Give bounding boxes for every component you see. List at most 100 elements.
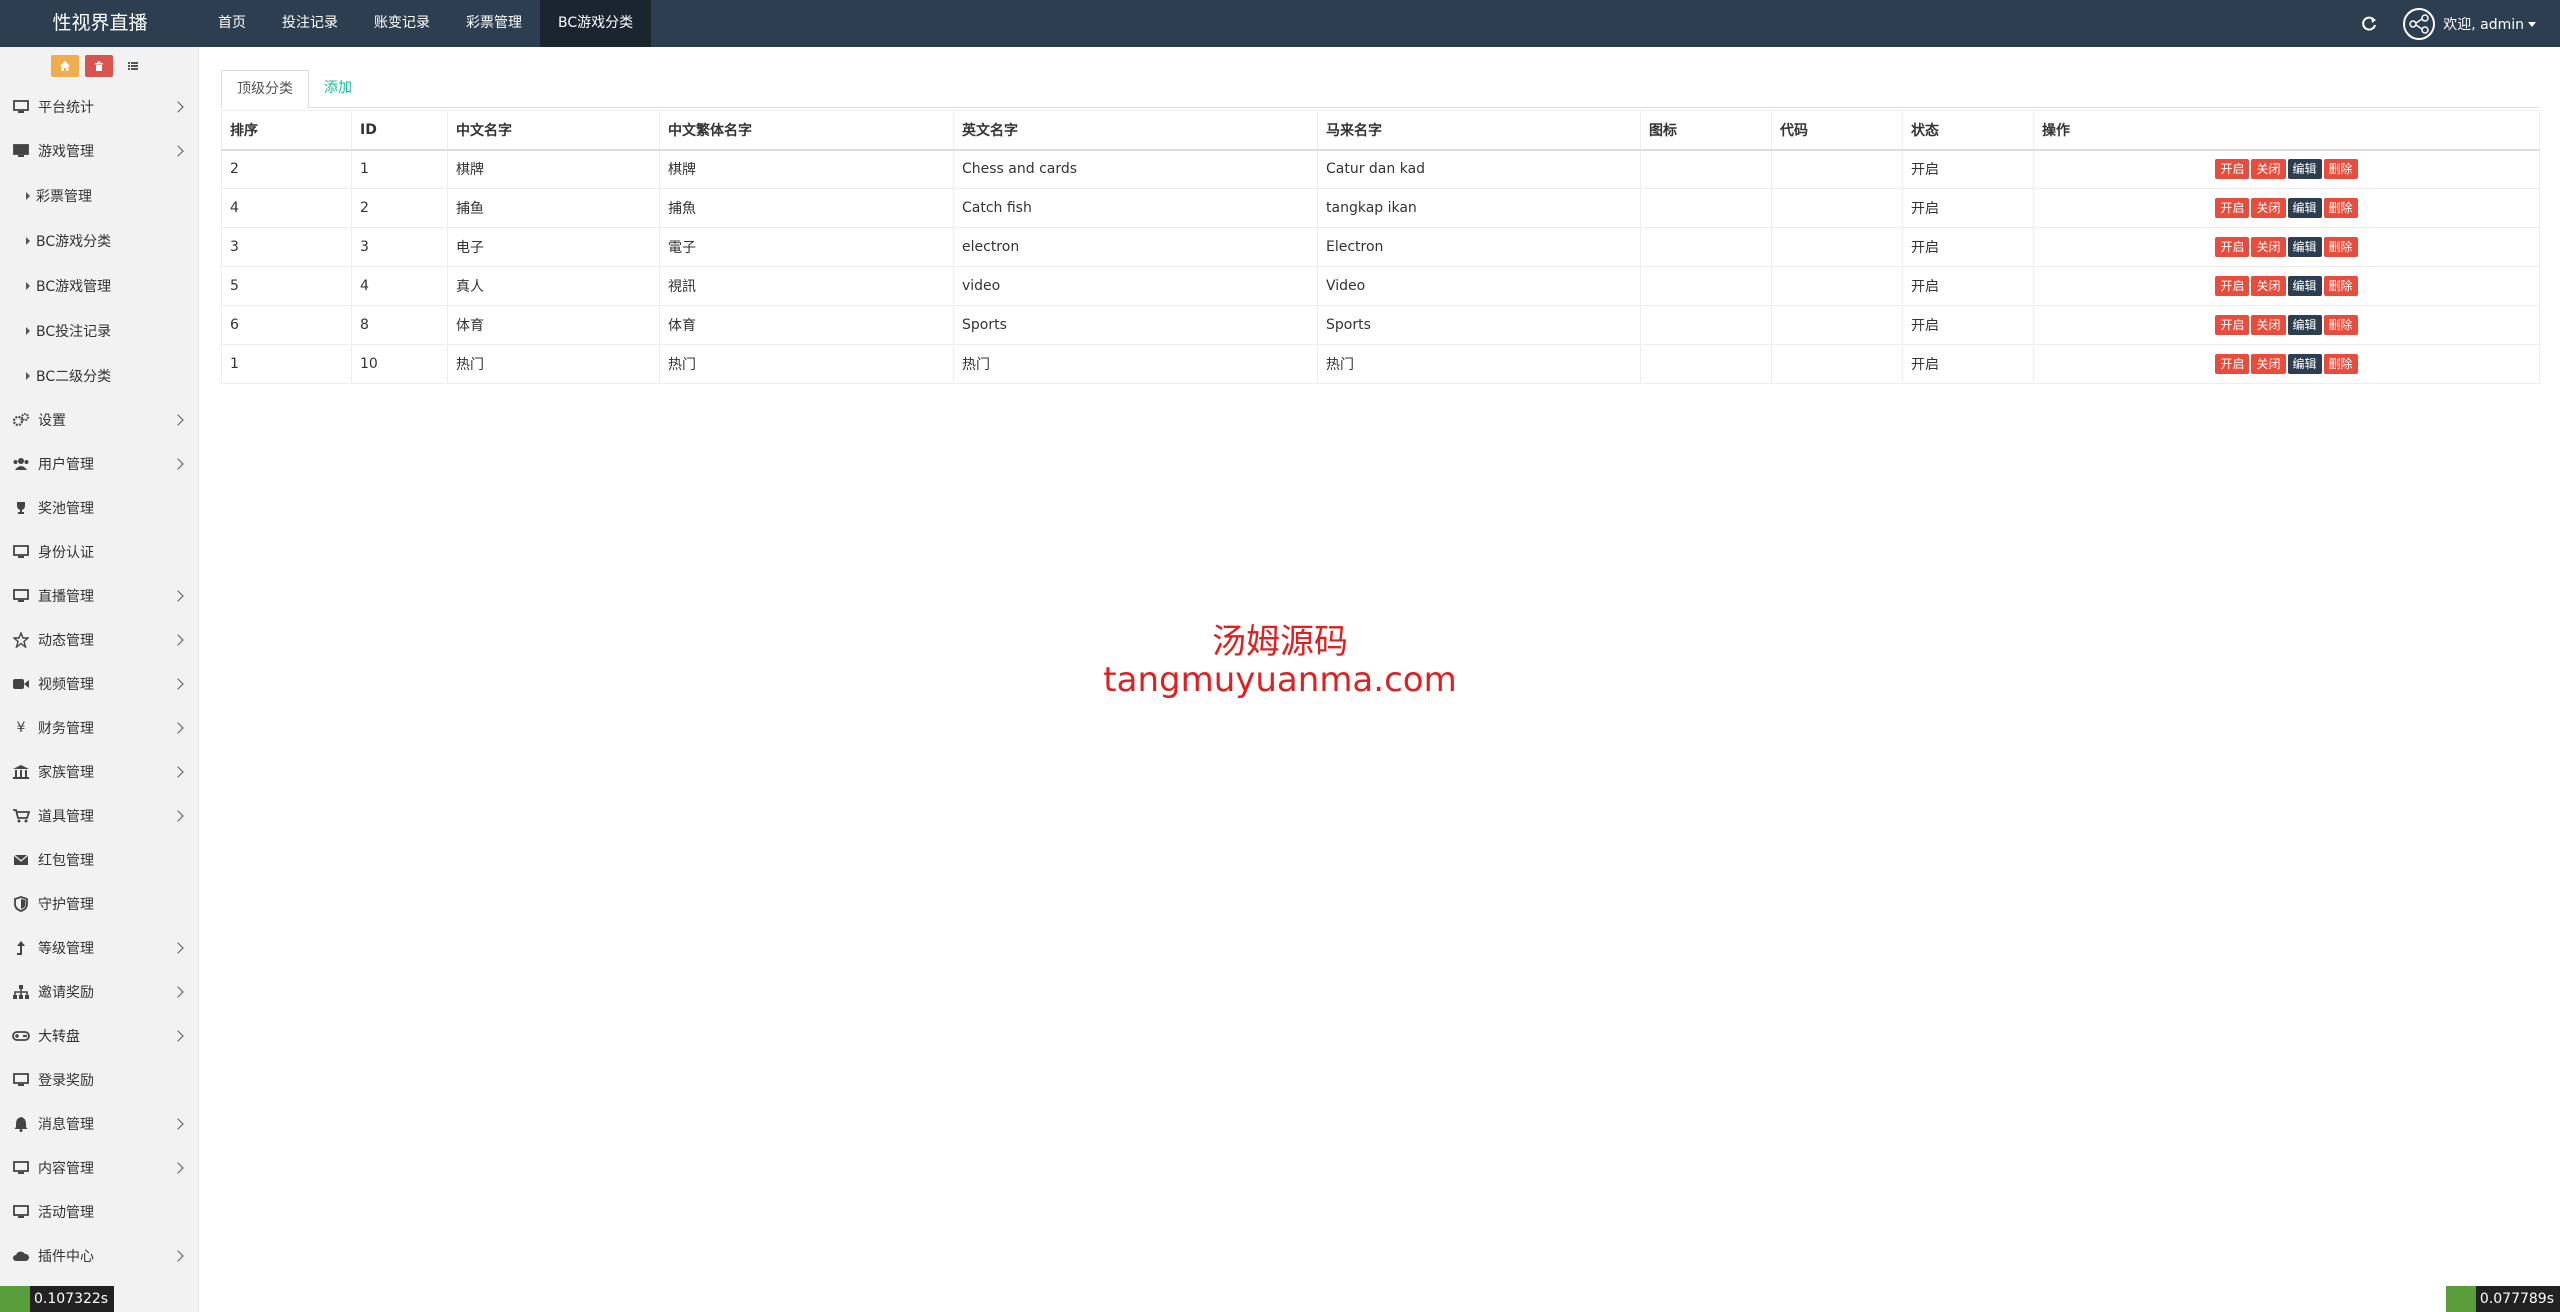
sidebar-item-platform-stats[interactable]: 平台统计 [0,85,198,129]
delete-button[interactable]: 删除 [2323,276,2358,296]
sidebar-item-props-management[interactable]: 道具管理 [0,794,198,838]
clear-cache-button[interactable] [85,55,113,77]
sidebar-item-message-management[interactable]: 消息管理 [0,1102,198,1146]
table-cell-icon [1640,149,1772,189]
sidebar-subitem-bc-bet-records[interactable]: BC投注记录 [0,308,198,353]
table-cell-code [1771,227,1903,267]
column-header: 马来名字 [1317,110,1641,151]
nav-tab-lottery-management[interactable]: 彩票管理 [448,0,540,47]
sidebar-item-guard-management[interactable]: 守护管理 [0,882,198,926]
column-header: 英文名字 [953,110,1318,151]
table-row: 1 10 热门 热门 热门 热门 开启 开启 关闭 编辑 删除 [221,344,2540,384]
open-button[interactable]: 开启 [2215,354,2250,374]
table-cell-code [1771,188,1903,228]
sidebar-item-family-management[interactable]: 家族管理 [0,750,198,794]
open-button[interactable]: 开启 [2215,276,2250,296]
table-cell-cn: 电子 [447,227,660,267]
open-button[interactable]: 开启 [2215,159,2250,180]
sidebar-item-red-packet-management[interactable]: 红包管理 [0,838,198,882]
close-button[interactable]: 关闭 [2251,315,2286,335]
sidebar-item-dynamic-management[interactable]: 动态管理 [0,618,198,662]
table-cell-icon [1640,188,1772,228]
sidebar-item-label: 邀请奖励 [38,985,94,1001]
sidebar-subitem-label: BC游戏分类 [36,233,112,250]
sidebar-item-live-management[interactable]: 直播管理 [0,574,198,618]
sidebar-menu: 平台统计 游戏管理 彩票管理 BC游戏分类 BC游戏管理 BC投注记录 BC二级… [0,85,198,1278]
nav-tab-account-records[interactable]: 账变记录 [356,0,448,47]
sidebar-subitem-bc-secondary-category[interactable]: BC二级分类 [0,353,198,398]
content-tabs: 顶级分类 添加 [221,70,2539,108]
edit-button[interactable]: 编辑 [2287,159,2322,180]
open-button[interactable]: 开启 [2215,198,2250,218]
table-cell-id: 4 [351,266,448,306]
sidebar-item-lucky-wheel[interactable]: 大转盘 [0,1014,198,1058]
table-cell-sort: 6 [221,305,352,345]
nav-tab-home[interactable]: 首页 [200,0,264,47]
sidebar-item-content-management[interactable]: 内容管理 [0,1146,198,1190]
sidebar-subitem-bc-game-category[interactable]: BC游戏分类 [0,218,198,263]
tab-top-category[interactable]: 顶级分类 [221,70,309,108]
sidebar-item-identity-verification[interactable]: 身份认证 [0,530,198,574]
sidebar-subitem-lottery-management[interactable]: 彩票管理 [0,173,198,218]
edit-button[interactable]: 编辑 [2287,354,2322,374]
open-button[interactable]: 开启 [2215,315,2250,335]
edit-button[interactable]: 编辑 [2287,315,2322,335]
open-button[interactable]: 开启 [2215,237,2250,257]
user-greeting: 欢迎, admin [2443,16,2524,33]
sidebar-item-invite-reward[interactable]: 邀请奖励 [0,970,198,1014]
close-button[interactable]: 关闭 [2251,276,2286,296]
sidebar-subitem-bc-game-management[interactable]: BC游戏管理 [0,263,198,308]
table-cell-cn: 热门 [447,344,660,384]
tab-add[interactable]: 添加 [309,70,367,108]
user-menu[interactable]: 欢迎, admin [2443,14,2536,34]
top-nav-tabs: 首页 投注记录 账变记录 彩票管理 BC游戏分类 [200,0,652,47]
sidebar-item-jackpot-management[interactable]: 奖池管理 [0,486,198,530]
delete-button[interactable]: 删除 [2323,159,2358,180]
delete-button[interactable]: 删除 [2323,237,2358,257]
column-header: 代码 [1771,110,1903,151]
table-row: 3 3 电子 電子 electron Electron 开启 开启 关闭 编辑 删除 [221,227,2540,267]
monitor-icon [12,543,30,561]
delete-button[interactable]: 删除 [2323,354,2358,374]
sidebar-item-label: 登录奖励 [38,1073,94,1089]
chevron-right-icon [172,458,184,470]
sidebar-item-video-management[interactable]: 视频管理 [0,662,198,706]
close-button[interactable]: 关闭 [2251,354,2286,374]
table-cell-icon [1640,344,1772,384]
sidebar-item-finance-management[interactable]: ¥ 财务管理 [0,706,198,750]
sidebar-item-login-reward[interactable]: 登录奖励 [0,1058,198,1102]
table-row: 5 4 真人 視訊 video Video 开启 开启 关闭 编辑 删除 [221,266,2540,306]
close-button[interactable]: 关闭 [2251,237,2286,257]
caret-right-icon [26,326,30,335]
sidebar-item-label: 红包管理 [38,853,94,869]
sidebar-item-level-management[interactable]: 等级管理 [0,926,198,970]
edit-button[interactable]: 编辑 [2287,198,2322,218]
list-toggle-button[interactable] [119,55,147,77]
yen-icon: ¥ [16,720,26,736]
avatar[interactable] [2403,7,2436,40]
brand-logo[interactable]: 性视界直播 [0,0,200,47]
edit-button[interactable]: 编辑 [2287,276,2322,296]
close-button[interactable]: 关闭 [2251,159,2286,180]
sidebar-item-game-management[interactable]: 游戏管理 [0,129,198,173]
sidebar-item-activity-management[interactable]: 活动管理 [0,1190,198,1234]
sidebar-item-user-management[interactable]: 用户管理 [0,442,198,486]
refresh-icon[interactable] [2359,14,2379,34]
delete-button[interactable]: 删除 [2323,198,2358,218]
chevron-right-icon [172,986,184,998]
close-button[interactable]: 关闭 [2251,198,2286,218]
table-cell-actions: 开启 关闭 编辑 删除 [2033,188,2540,228]
nav-tab-bc-game-category[interactable]: BC游戏分类 [540,0,652,47]
delete-button[interactable]: 删除 [2323,315,2358,335]
nav-tab-bet-records[interactable]: 投注记录 [264,0,356,47]
sidebar-item-label: 视频管理 [38,677,94,693]
sidebar-item-settings[interactable]: 设置 [0,398,198,442]
table-cell-id: 1 [351,149,448,189]
edit-button[interactable]: 编辑 [2287,237,2322,257]
sidebar-subitem-label: BC投注记录 [36,323,112,340]
home-shortcut-button[interactable] [51,55,79,77]
sitemap-icon [12,983,30,1001]
chevron-right-icon [172,1030,184,1042]
sidebar-item-plugin-center[interactable]: 插件中心 [0,1234,198,1278]
table-cell-tw: 視訊 [659,266,954,306]
